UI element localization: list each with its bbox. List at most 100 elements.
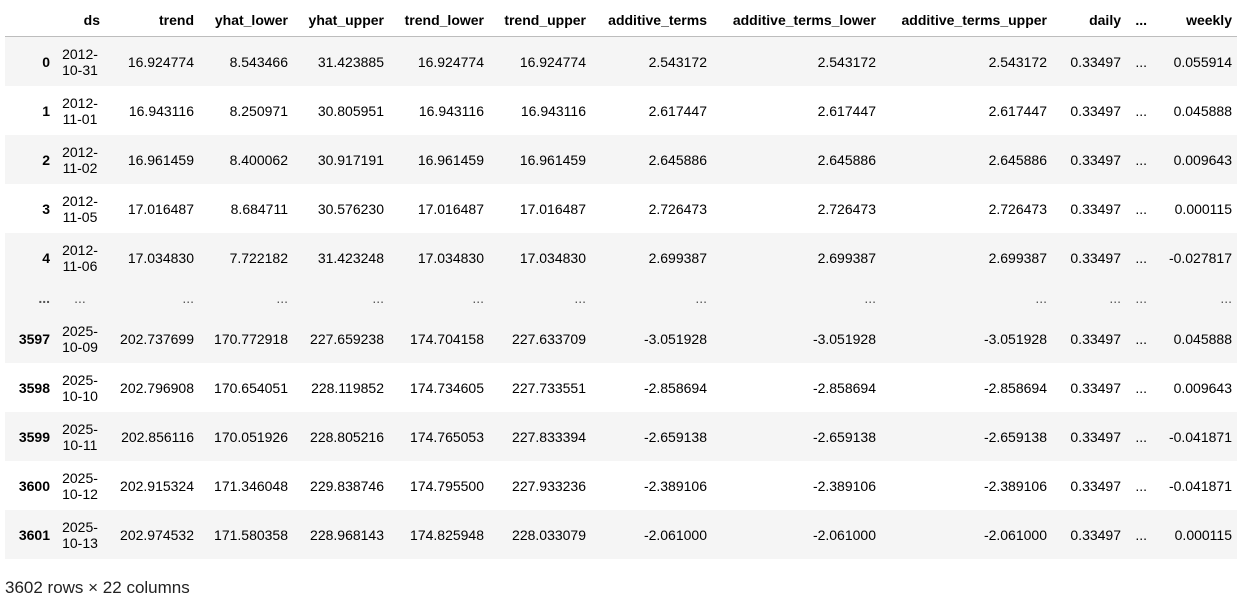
date-cell: ... [55, 282, 105, 314]
date-cell-line: 2025- [62, 420, 98, 437]
table-cell: 174.825948 [410, 526, 484, 543]
date-cell-line: 11-01 [62, 110, 98, 127]
date-cell-line: 2012- [62, 45, 98, 62]
header-row: ds trend yhat_lower yhat_upper trend_lower tr… [5, 4, 1237, 37]
column-header: additive_terms [591, 4, 712, 37]
table-cell: 2.726473 [817, 200, 876, 217]
date-cell-line: 11-06 [62, 257, 98, 274]
ellipsis-row: ....................................... [5, 282, 1237, 314]
table-cell: -2.389106 [983, 477, 1047, 494]
table-cell: ... [1220, 290, 1232, 306]
date-cell-line: 2012- [62, 241, 98, 258]
row-index: 3600 [18, 477, 50, 494]
table-cell: 16.924774 [127, 53, 194, 70]
table-cell: 227.933236 [512, 477, 586, 494]
table-cell: ... [695, 290, 707, 306]
column-header: trend_upper [489, 4, 591, 37]
table-cell: 16.961459 [127, 151, 194, 168]
table-cell: 30.805951 [317, 102, 384, 119]
dataframe-table: ds trend yhat_lower yhat_upper trend_lower tr… [5, 4, 1237, 559]
table-cell: 0.33497 [1070, 526, 1121, 543]
table-cell: -2.389106 [643, 477, 707, 494]
table-cell: ... [1135, 290, 1147, 306]
date-cell: 2012- 11-01 [55, 86, 105, 135]
table-cell: -2.389106 [812, 477, 876, 494]
date-cell-line: 2025- [62, 469, 98, 486]
table-cell: -2.061000 [812, 526, 876, 543]
table-cell: ... [1135, 151, 1147, 168]
table-cell: 0.000115 [1174, 200, 1232, 217]
table-cell: 227.633709 [512, 330, 586, 347]
table-cell: ... [1135, 249, 1147, 266]
date-cell: 2025- 10-13 [55, 510, 105, 559]
table-cell: 227.659238 [310, 330, 384, 347]
table-cell: 0.33497 [1070, 249, 1121, 266]
table-cell: 17.034830 [127, 249, 194, 266]
date-cell-line: 10-09 [62, 338, 98, 355]
date-cell-line: 2025- [62, 371, 98, 388]
table-row: 3598 2025- 10-10 202.796908 170.654051 228.11… [5, 363, 1237, 412]
table-cell: -2.858694 [643, 379, 707, 396]
column-header: daily [1052, 4, 1126, 37]
table-cell: 2.543172 [648, 53, 707, 70]
table-cell: 16.924774 [417, 53, 484, 70]
table-cell: 0.33497 [1070, 151, 1121, 168]
table-cell: ... [472, 290, 484, 306]
table-cell: 174.795500 [410, 477, 484, 494]
table-cell: 17.016487 [127, 200, 194, 217]
table-cell: 0.33497 [1070, 477, 1121, 494]
table-cell: -2.061000 [983, 526, 1047, 543]
table-cell: 0.33497 [1070, 379, 1121, 396]
table-cell: 31.423885 [317, 53, 384, 70]
table-cell: 16.924774 [519, 53, 586, 70]
table-cell: 0.33497 [1070, 330, 1121, 347]
table-cell: 2.617447 [648, 102, 707, 119]
row-index: ... [38, 290, 50, 306]
column-header: trend [105, 4, 199, 37]
table-cell: 2.645886 [648, 151, 707, 168]
table-row: 2 2012- 11-02 16.961459 8.400062 30.917191 16.… [5, 135, 1237, 184]
table-cell: -3.051928 [983, 330, 1047, 347]
table-cell: 8.543466 [229, 53, 288, 70]
table-cell: ... [1135, 53, 1147, 70]
table-cell: ... [1135, 379, 1147, 396]
table-cell: 202.856116 [121, 428, 194, 445]
column-header: ... [1126, 4, 1152, 37]
table-cell: 2.726473 [648, 200, 707, 217]
table-cell: 228.033079 [512, 526, 586, 543]
table-cell: 0.33497 [1070, 102, 1121, 119]
date-cell: 2012- 11-05 [55, 184, 105, 233]
table-cell: 30.917191 [317, 151, 384, 168]
table-cell: -2.061000 [643, 526, 707, 543]
table-cell: 2.699387 [817, 249, 876, 266]
table-header: ds trend yhat_lower yhat_upper trend_lower tr… [5, 4, 1237, 37]
date-cell-line: 10-31 [62, 61, 98, 78]
table-cell: 31.423248 [317, 249, 384, 266]
table-cell: ... [372, 290, 384, 306]
table-cell: 171.346048 [214, 477, 288, 494]
shape-summary: 3602 rows × 22 columns [5, 578, 190, 597]
row-index: 3 [42, 200, 50, 217]
table-cell: ... [1135, 200, 1147, 217]
table-cell: -3.051928 [812, 330, 876, 347]
index-header [5, 4, 55, 37]
table-cell: -2.659138 [643, 428, 707, 445]
table-row: 0 2012- 10-31 16.924774 8.543466 31.423885 16.… [5, 36, 1237, 86]
table-cell: 0.33497 [1070, 428, 1121, 445]
table-cell: -2.659138 [812, 428, 876, 445]
row-index: 2 [42, 151, 50, 168]
table-cell: 16.961459 [417, 151, 484, 168]
table-cell: 229.838746 [310, 477, 384, 494]
table-cell: 17.034830 [519, 249, 586, 266]
table-cell: -2.858694 [812, 379, 876, 396]
date-cell: 2025- 10-09 [55, 314, 105, 363]
column-header: yhat_upper [293, 4, 389, 37]
row-index: 3597 [18, 330, 50, 347]
column-header: trend_lower [389, 4, 489, 37]
row-index: 3598 [18, 379, 50, 396]
row-index: 3599 [18, 428, 50, 445]
row-index: 3601 [18, 526, 50, 543]
table-cell: 0.33497 [1070, 200, 1121, 217]
date-cell-line: 2012- [62, 192, 98, 209]
table-cell: 7.722182 [229, 249, 288, 266]
